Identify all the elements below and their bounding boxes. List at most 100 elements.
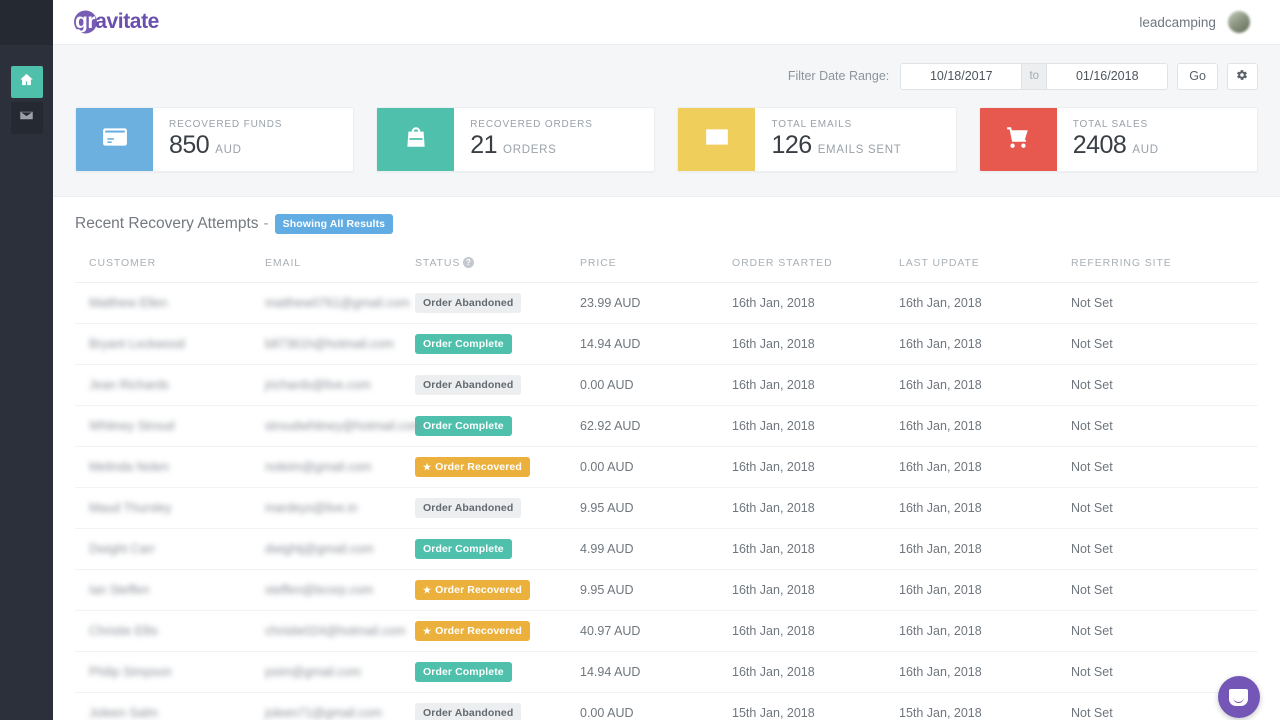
table-row[interactable]: Bryant Lockwoodb87361h@hotmail.comOrder …	[75, 324, 1258, 365]
customer-name: Ian Steffen	[89, 583, 149, 597]
table-row[interactable]: Joleen Salmjoleen71@gmail.comOrder Aband…	[75, 693, 1258, 720]
table-row[interactable]: Matthew Ellen matthew0761@gmail.com Order …	[75, 283, 1258, 324]
spacer	[53, 172, 1280, 196]
card-number: 126	[771, 131, 811, 160]
cell-last-update: 15th Jan, 2018	[899, 693, 1071, 720]
cell-last-update: 16th Jan, 2018	[899, 324, 1071, 365]
card-body: RECOVERED ORDERS 21 ORDERS	[454, 108, 593, 171]
table-row[interactable]: Ian Steffen steffen@bcorp.com★Order Recov…	[75, 570, 1258, 611]
status-badge-label: Order Abandoned	[423, 502, 513, 514]
column-header-status-label: STATUS	[415, 257, 460, 269]
username-label[interactable]: leadcamping	[1139, 15, 1216, 30]
column-header-status[interactable]: STATUS?	[415, 251, 580, 283]
cell-status: ★Order Recovered	[415, 570, 580, 611]
cell-referring-site: Not Set	[1071, 529, 1258, 570]
customer-name: Joleen Salm	[89, 706, 158, 720]
cell-referring-site: Not Set	[1071, 488, 1258, 529]
cell-status: Order Complete	[415, 324, 580, 365]
cell-customer: Dwight Carr	[75, 529, 265, 570]
table-row[interactable]: Whitney Stroudstroudwhitney@hotmail.comO…	[75, 406, 1258, 447]
star-icon: ★	[423, 627, 431, 636]
column-header-referring-site[interactable]: REFERRING SITE	[1071, 251, 1258, 283]
sidebar	[0, 0, 53, 720]
card-value: 126 EMAILS SENT	[771, 131, 901, 160]
cell-price: 14.94 AUD	[580, 324, 732, 365]
intercom-launcher-button[interactable]	[1218, 676, 1260, 718]
status-badge-label: Order Recovered	[435, 461, 522, 473]
status-badge-abandoned: Order Abandoned	[415, 703, 521, 720]
card-icon-block	[377, 108, 454, 171]
customer-name: Melinda Nolen	[89, 460, 169, 474]
card-unit: EMAILS SENT	[818, 144, 902, 156]
status-badge-complete: Order Complete	[415, 416, 512, 436]
customer-name: Matthew Ellen	[89, 296, 168, 310]
table-row[interactable]: Maud Thursleymardeys@live.inOrder Abando…	[75, 488, 1258, 529]
sidebar-item-mail[interactable]	[11, 102, 43, 134]
table-row[interactable]: Philip Simpsonpsim@gmail.comOrder Comple…	[75, 652, 1258, 693]
table-row[interactable]: Melinda Nolen noleim@gmail.com ★ Order Reco…	[75, 447, 1258, 488]
column-header-last-update[interactable]: LAST UPDATE	[899, 251, 1071, 283]
panel-header: Recent Recovery Attempts - Showing All R…	[75, 197, 1258, 251]
customer-email: christie024@hotmail.com	[265, 624, 406, 638]
settings-button[interactable]	[1227, 63, 1258, 90]
main-content: gravitate leadcamping Filter Date Range:…	[53, 0, 1280, 720]
cell-status: Order Abandoned	[415, 488, 580, 529]
cell-email: mardeys@live.in	[265, 488, 415, 529]
cell-status: Order Complete	[415, 406, 580, 447]
cell-order-started: 16th Jan, 2018	[732, 406, 899, 447]
cell-email: noleim@gmail.com	[265, 447, 415, 488]
cell-order-started: 16th Jan, 2018	[732, 447, 899, 488]
cell-order-started: 16th Jan, 2018	[732, 652, 899, 693]
column-header-price[interactable]: PRICE	[580, 251, 732, 283]
date-range-group: 10/18/2017 to 01/16/2018	[900, 63, 1168, 90]
cell-email: jrichards@live.com	[265, 365, 415, 406]
start-date-input[interactable]: 10/18/2017	[900, 63, 1022, 90]
table-header: CUSTOMER EMAIL STATUS? PRICE ORDER START…	[75, 251, 1258, 283]
customer-name: Dwight Carr	[89, 542, 155, 556]
avatar[interactable]	[1228, 11, 1250, 33]
gear-icon	[1236, 69, 1248, 84]
card-icon-block	[980, 108, 1057, 171]
cell-last-update: 16th Jan, 2018	[899, 611, 1071, 652]
cell-price: 4.99 AUD	[580, 529, 732, 570]
status-badge-complete: Order Complete	[415, 539, 512, 559]
cell-customer: Christie Ellis	[75, 611, 265, 652]
sidebar-item-home[interactable]	[11, 66, 43, 98]
credit-card-icon	[102, 124, 128, 155]
star-icon: ★	[423, 463, 431, 472]
table-body: Matthew Ellen matthew0761@gmail.com Order …	[75, 283, 1258, 720]
end-date-input[interactable]: 01/16/2018	[1046, 63, 1168, 90]
table-row[interactable]: Christie Ellis christie024@hotmail.com ★ Or…	[75, 611, 1258, 652]
cell-status: Order Abandoned	[415, 283, 580, 324]
card-title: RECOVERED ORDERS	[470, 119, 593, 130]
status-badge-abandoned: Order Abandoned	[415, 498, 521, 518]
column-header-customer[interactable]: CUSTOMER	[75, 251, 265, 283]
cell-order-started: 16th Jan, 2018	[732, 365, 899, 406]
column-header-order-started[interactable]: ORDER STARTED	[732, 251, 899, 283]
question-mark-icon[interactable]: ?	[463, 257, 474, 268]
status-badge-label: Order Complete	[423, 338, 504, 350]
cell-email: steffen@bcorp.com	[265, 570, 415, 611]
customer-name: Christie Ellis	[89, 624, 158, 638]
stat-cards: RECOVERED FUNDS 850 AUD RECOVERED ORDERS	[53, 107, 1280, 172]
cell-price: 62.92 AUD	[580, 406, 732, 447]
go-button[interactable]: Go	[1177, 63, 1218, 90]
status-badge-showing-results[interactable]: Showing All Results	[275, 214, 393, 234]
table-row[interactable]: Dwight Carrdwightj@gmail.comOrder Comple…	[75, 529, 1258, 570]
logo-text: gravitate	[75, 10, 159, 34]
app-logo[interactable]: gravitate	[73, 10, 159, 34]
cell-last-update: 16th Jan, 2018	[899, 447, 1071, 488]
cell-status: Order Complete	[415, 652, 580, 693]
cell-price: 14.94 AUD	[580, 652, 732, 693]
table-row[interactable]: Jean Richardsjrichards@live.comOrder Aba…	[75, 365, 1258, 406]
column-header-email[interactable]: EMAIL	[265, 251, 415, 283]
cell-price: 40.97 AUD	[580, 611, 732, 652]
status-badge-label: Order Recovered	[435, 625, 522, 637]
cell-email: matthew0761@gmail.com	[265, 283, 415, 324]
topbar-right: leadcamping	[1139, 11, 1250, 33]
dashboard-page: gravitate leadcamping Filter Date Range:…	[0, 0, 1280, 720]
status-badge-label: Order Abandoned	[423, 297, 513, 309]
customer-email: b87361h@hotmail.com	[265, 337, 394, 351]
cell-price: 0.00 AUD	[580, 693, 732, 720]
status-badge-abandoned: Order Abandoned	[415, 375, 521, 395]
